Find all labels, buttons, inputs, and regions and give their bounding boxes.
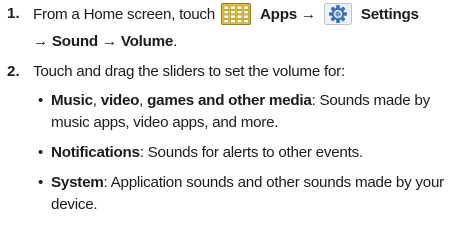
system-term: System: [51, 174, 104, 191]
step-2-number: 2.: [7, 63, 20, 80]
bullet-3-line-1: System: Application sounds and other sou…: [51, 173, 444, 193]
bullet-1-line-1: Music, video, games and other media: Sou…: [51, 91, 430, 111]
step-1-line-1: From a Home screen, touch Apps → Setting…: [33, 3, 419, 26]
bullet-1-line-2: music apps, video apps, and more.: [51, 114, 279, 131]
bullet-2-marker: •: [38, 144, 44, 161]
music-term: Music: [51, 92, 93, 109]
period: .: [173, 33, 178, 50]
step-1-line-2: → Sound → Volume.: [33, 32, 177, 52]
bullet-3-line-2: device.: [51, 196, 98, 213]
bullet-3-marker: •: [38, 174, 44, 191]
step-2-intro: Touch and drag the sliders to set the vo…: [33, 63, 345, 80]
bullet-1-marker: •: [38, 92, 44, 109]
games-media-term: games and other media: [147, 92, 312, 109]
step-1-number: 1.: [7, 5, 20, 22]
arrow-icon: →: [300, 6, 316, 24]
arrow-icon: →: [33, 33, 48, 50]
sound-label: Sound: [51, 33, 98, 50]
video-term: video: [100, 92, 140, 109]
step-1-text: From a Home screen, touch: [33, 6, 215, 24]
separator: ,: [139, 92, 148, 109]
apps-grid-icon: [220, 3, 251, 25]
bullet-3-description: : Application sounds and other sounds ma…: [103, 174, 445, 191]
bullet-2-description: : Sounds for alerts to other events.: [139, 144, 363, 161]
arrow-icon: →: [101, 33, 117, 50]
bullet-2-line-1: Notifications: Sounds for alerts to othe…: [51, 143, 363, 163]
settings-label: Settings: [360, 6, 419, 24]
notifications-term: Notifications: [51, 144, 140, 161]
bullet-1-description: : Sounds made by: [311, 92, 431, 109]
settings-gear-icon: [323, 3, 352, 25]
separator: ,: [92, 92, 101, 109]
apps-label: Apps: [259, 6, 297, 24]
volume-label: Volume: [120, 33, 174, 50]
